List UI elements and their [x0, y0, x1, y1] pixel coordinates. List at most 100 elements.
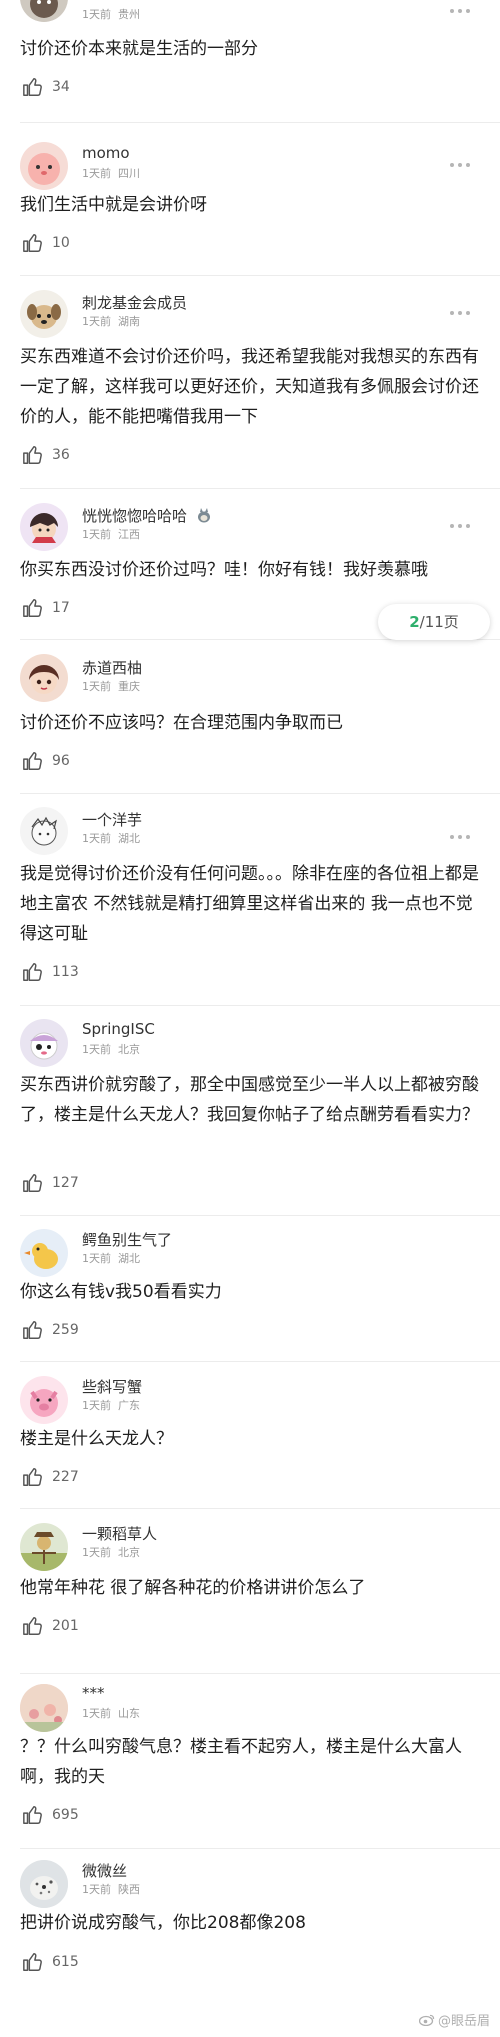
comment-meta: 1天前 贵州: [82, 6, 140, 22]
like-count: 36: [52, 447, 70, 463]
comment-username[interactable]: SpringISC: [82, 1020, 155, 1038]
comment-location: 陕西: [118, 1883, 140, 1896]
like-count: 17: [52, 600, 70, 616]
comment-time: 1天前: [82, 1252, 111, 1265]
pink-blob-avatar-icon: [28, 153, 60, 185]
comment-username[interactable]: momo: [82, 144, 130, 162]
comment-username-text: 恍恍惚惚哈哈哈: [82, 507, 188, 525]
page-indicator[interactable]: 2/11页: [378, 604, 490, 640]
comment-text: 他常年种花 很了解各种花的价格讲讲价怎么了: [20, 1578, 366, 1598]
comment-location: 湖南: [118, 315, 140, 328]
comment-text: 你这么有钱v我50看看实力: [20, 1282, 222, 1302]
avatar[interactable]: [20, 1376, 68, 1424]
thumbs-up-icon: [23, 1953, 42, 1971]
thumbs-up-icon: [23, 1617, 42, 1635]
page-current: 2: [409, 613, 420, 631]
more-options-icon[interactable]: [450, 302, 478, 316]
comment-text: 楼主是什么天龙人？: [20, 1429, 173, 1449]
comment-time: 1天前: [82, 1707, 111, 1720]
avatar[interactable]: [20, 1523, 68, 1571]
comment-username[interactable]: 赤道西柚: [82, 657, 142, 678]
like-count: 695: [52, 1807, 79, 1823]
duck-avatar-icon: [24, 1243, 58, 1269]
comment-time: 1天前: [82, 315, 111, 328]
divider: [20, 1673, 500, 1674]
comment-text: 买东西难道不会讨价还价吗，我还希望我能对我想买的东西有一定了解，这样我可以更好还…: [20, 347, 479, 427]
more-options-icon[interactable]: [450, 0, 478, 14]
comment-username[interactable]: ***: [82, 1684, 105, 1702]
comment-meta: 1天前 四川: [82, 165, 140, 181]
thumbs-up-icon: [23, 963, 42, 981]
avatar[interactable]: [20, 654, 68, 702]
like-count: 615: [52, 1954, 79, 1970]
comment-text: 我们生活中就是会讲价呀: [20, 195, 207, 215]
avatar[interactable]: [20, 1860, 68, 1908]
like-count: 10: [52, 235, 70, 251]
comment-location: 湖北: [118, 1252, 140, 1265]
comment-username[interactable]: 微微丝: [82, 1860, 127, 1881]
divider: [20, 1361, 500, 1362]
like-count: 34: [52, 79, 70, 95]
comment-location: 北京: [118, 1546, 140, 1559]
sketch-avatar-icon: [31, 816, 57, 846]
dog-avatar-icon: [27, 304, 61, 329]
comment-username[interactable]: 恍恍惚惚哈哈哈: [82, 505, 212, 526]
divider: [20, 122, 500, 123]
avatar[interactable]: [20, 503, 68, 551]
comment-meta: 1天前 江西: [82, 526, 140, 542]
like-count: 96: [52, 753, 70, 769]
comment-username[interactable]: 鳄鱼别生气了: [82, 1229, 172, 1250]
comment-text: 你买东西没讨价还价过吗？哇！你好有钱！我好羡慕哦: [20, 560, 428, 580]
like-count: 127: [52, 1175, 79, 1191]
comment-location: 湖北: [118, 832, 140, 845]
avatar[interactable]: [20, 807, 68, 855]
comment-time: 1天前: [82, 680, 111, 693]
more-options-icon[interactable]: [450, 154, 478, 168]
comment-text: 我是觉得讨价还价没有任何问题。。。除非在座的各位祖上都是地主富农 不然钱就是精打…: [20, 864, 479, 944]
comment-location: 广东: [118, 1399, 140, 1412]
comment-meta: 1天前 湖北: [82, 1250, 140, 1266]
divider: [20, 793, 500, 794]
comment-meta: 1天前 广东: [82, 1397, 140, 1413]
page-total: /11页: [419, 613, 459, 631]
divider: [20, 1848, 500, 1849]
pig-avatar-icon: [30, 1389, 58, 1417]
comment-location: 四川: [118, 167, 140, 180]
avatar[interactable]: [20, 290, 68, 338]
like-count: 259: [52, 1322, 79, 1338]
anime-avatar-icon: [29, 665, 59, 694]
comment-meta: 1天前 北京: [82, 1544, 140, 1560]
thumbs-up-icon: [23, 1174, 42, 1192]
like-count: 201: [52, 1618, 79, 1634]
thumbs-up-icon: [23, 599, 42, 617]
divider: [20, 488, 500, 489]
avatar[interactable]: [20, 1684, 68, 1732]
divider: [20, 275, 500, 276]
avatar[interactable]: [20, 1019, 68, 1067]
comment-username[interactable]: 一颗稻草人: [82, 1523, 157, 1544]
comment-location: 山东: [118, 1707, 140, 1720]
avatar[interactable]: [20, 1229, 68, 1277]
divider: [20, 1005, 500, 1006]
thumbs-up-icon: [23, 752, 42, 770]
divider: [20, 1508, 500, 1509]
comment-username[interactable]: 些斜写蟹: [82, 1376, 142, 1397]
comment-username[interactable]: 一个洋芋: [82, 809, 142, 830]
avatar[interactable]: [20, 142, 68, 190]
flower-avatar-icon: [20, 1684, 68, 1732]
comment-meta: 1天前 北京: [82, 1041, 140, 1057]
weibo-logo-icon: [418, 2014, 435, 2026]
comment-meta: 1天前 山东: [82, 1705, 140, 1721]
comment-location: 江西: [118, 528, 140, 541]
comment-username[interactable]: 刺龙基金会成员: [82, 292, 187, 313]
comment-text: 买东西讲价就穷酸了，那全中国感觉至少一半人以上都被穷酸了，楼主是什么天龙人？我回…: [20, 1075, 479, 1125]
more-options-icon[interactable]: [450, 826, 478, 840]
thumbs-up-icon: [23, 1321, 42, 1339]
thumbs-up-icon: [23, 78, 42, 96]
more-options-icon[interactable]: [450, 515, 478, 529]
avatar[interactable]: [20, 0, 68, 22]
comment-meta: 1天前 陕西: [82, 1881, 140, 1897]
comment-meta: 1天前 重庆: [82, 678, 140, 694]
thumbs-up-icon: [23, 234, 42, 252]
girl-avatar-icon: [30, 513, 58, 543]
